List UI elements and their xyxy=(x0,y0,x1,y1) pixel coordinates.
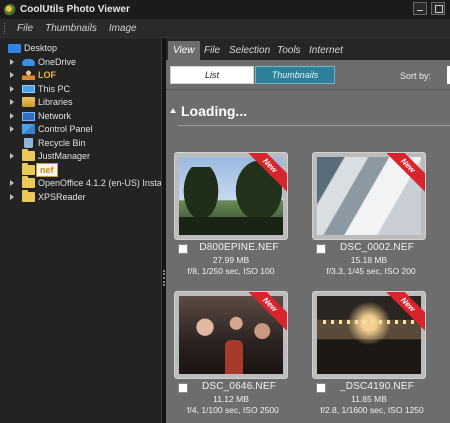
expand-arrow-icon[interactable] xyxy=(10,180,14,186)
desktop-icon xyxy=(8,44,21,53)
splitter-grip-icon[interactable] xyxy=(163,270,165,286)
recycle-bin-icon xyxy=(24,138,33,148)
group-divider xyxy=(178,125,450,126)
file-name: D800EPINE.NEF xyxy=(199,242,279,253)
tree-item-label: OneDrive xyxy=(38,57,77,67)
tree-item-lof[interactable]: LOF xyxy=(0,69,161,82)
thumbnails-view-button[interactable]: Thumbnails xyxy=(255,66,335,84)
menu-image[interactable]: Image xyxy=(109,23,137,34)
computer-icon xyxy=(22,85,35,93)
tree-item-control-panel[interactable]: Control Panel xyxy=(0,123,161,136)
expand-arrow-icon[interactable] xyxy=(10,99,14,105)
list-view-button[interactable]: List xyxy=(170,66,254,84)
app-window: CoolUtils Photo Viewer File Thumbnails I… xyxy=(0,0,450,423)
tree-item-this-pc[interactable]: This PC xyxy=(0,83,161,96)
thumbnail-frame[interactable]: New xyxy=(312,152,426,240)
tree-item-label: This PC xyxy=(38,84,71,94)
tab-file[interactable]: File xyxy=(204,41,220,60)
select-checkbox[interactable] xyxy=(316,383,326,393)
select-checkbox[interactable] xyxy=(316,244,326,254)
menu-file[interactable]: File xyxy=(17,23,33,34)
tree-item-label: Desktop xyxy=(24,43,58,53)
tree-item-label: XPSReader xyxy=(38,192,86,202)
tree-item-xpsreader[interactable]: XPSReader xyxy=(0,190,161,204)
select-checkbox[interactable] xyxy=(178,383,188,393)
tab-internet[interactable]: Internet xyxy=(309,41,343,60)
menu-bar: File Thumbnails Image xyxy=(0,19,450,38)
menu-grip-icon xyxy=(4,22,7,34)
tab-tools[interactable]: Tools xyxy=(277,41,301,60)
tree-item-label: LOF xyxy=(38,70,56,80)
expand-arrow-icon[interactable] xyxy=(10,59,14,65)
file-size: 11.12 MB xyxy=(213,394,249,404)
thumbnail-card[interactable]: New _DSC4190.NEF 11.85 MB f/2.8, 1/1600 … xyxy=(312,291,426,417)
thumbnail-card[interactable]: New DSC_0646.NEF 11.12 MB f/4, 1/100 sec… xyxy=(174,291,288,417)
expand-arrow-icon[interactable] xyxy=(10,153,14,159)
expand-arrow-icon[interactable] xyxy=(10,113,14,119)
window-title: CoolUtils Photo Viewer xyxy=(20,4,130,15)
expand-arrow-icon[interactable] xyxy=(10,126,14,132)
thumbnail-frame[interactable]: New xyxy=(174,291,288,379)
tree-item-onedrive[interactable]: OneDrive xyxy=(0,56,161,69)
app-logo-icon xyxy=(4,3,16,16)
file-size: 27.99 MB xyxy=(212,255,250,265)
folder-icon xyxy=(22,163,35,175)
control-panel-icon xyxy=(22,124,35,134)
tree-item-label-selected: nef xyxy=(36,163,58,177)
file-exif: f/8, 1/250 sec, ISO 100 xyxy=(187,266,275,276)
maximize-button[interactable] xyxy=(431,2,445,15)
tree-item-label: OpenOffice 4.1.2 (en-US) Insta xyxy=(38,178,161,188)
file-name: _DSC4190.NEF xyxy=(339,381,415,392)
file-exif: f/4, 1/100 sec, ISO 2500 xyxy=(187,405,279,415)
user-folder-icon xyxy=(22,70,35,80)
tree-item-label: Network xyxy=(38,111,72,121)
file-name: DSC_0646.NEF xyxy=(201,381,277,392)
tree-item-network[interactable]: Network xyxy=(0,110,161,123)
tree-item-desktop[interactable]: Desktop xyxy=(0,42,161,55)
folder-icon xyxy=(22,190,35,202)
folder-icon xyxy=(22,149,35,161)
tree-item-label: Control Panel xyxy=(38,124,93,134)
tree-item-justmanager[interactable]: JustManager xyxy=(0,149,161,163)
thumbnail-area: Loading... New D800EPINE.NEF 27.99 MB f/… xyxy=(166,91,450,423)
file-name: DSC_0002.NEF xyxy=(339,242,415,253)
main-panel: View File Selection Tools Internet List … xyxy=(166,38,450,423)
thumbnail-frame[interactable]: New xyxy=(174,152,288,240)
expand-arrow-icon[interactable] xyxy=(10,194,14,200)
tab-selection[interactable]: Selection xyxy=(229,41,270,60)
file-size: 15.18 MB xyxy=(350,255,388,265)
onedrive-icon xyxy=(22,59,35,66)
file-exif: f/2.8, 1/1600 sec, ISO 1250 xyxy=(320,405,424,415)
minimize-button[interactable] xyxy=(413,2,427,15)
ribbon-tabs: View File Selection Tools Internet xyxy=(166,38,450,60)
folder-icon xyxy=(22,176,35,188)
group-title: Loading... xyxy=(181,103,248,119)
tree-item-openoffice[interactable]: OpenOffice 4.1.2 (en-US) Insta xyxy=(0,176,161,190)
collapse-group-icon[interactable] xyxy=(170,108,176,113)
folder-tree: Desktop OneDrive LOF This PC Libraries N… xyxy=(0,38,161,423)
sort-by-label: Sort by: xyxy=(400,71,432,81)
tree-item-libraries[interactable]: Libraries xyxy=(0,96,161,109)
thumbnail-card[interactable]: New D800EPINE.NEF 27.99 MB f/8, 1/250 se… xyxy=(174,152,288,278)
select-checkbox[interactable] xyxy=(178,244,188,254)
thumbnail-frame[interactable]: New xyxy=(312,291,426,379)
libraries-icon xyxy=(22,97,35,107)
expand-arrow-icon[interactable] xyxy=(10,86,14,92)
network-icon xyxy=(22,112,35,121)
tree-item-label: Libraries xyxy=(38,97,73,107)
expand-arrow-icon[interactable] xyxy=(10,72,14,78)
tree-item-label: Recycle Bin xyxy=(38,138,86,148)
view-toolbar: List Thumbnails Sort by: xyxy=(166,60,450,90)
tab-view[interactable]: View xyxy=(168,41,200,60)
thumbnail-card[interactable]: New DSC_0002.NEF 15.18 MB f/3.3, 1/45 se… xyxy=(312,152,426,278)
tree-item-label: JustManager xyxy=(38,151,91,161)
title-bar: CoolUtils Photo Viewer xyxy=(0,0,450,19)
file-exif: f/3.3, 1/45 sec, ISO 200 xyxy=(326,266,416,276)
menu-thumbnails[interactable]: Thumbnails xyxy=(45,23,97,34)
file-size: 11.85 MB xyxy=(351,394,387,404)
